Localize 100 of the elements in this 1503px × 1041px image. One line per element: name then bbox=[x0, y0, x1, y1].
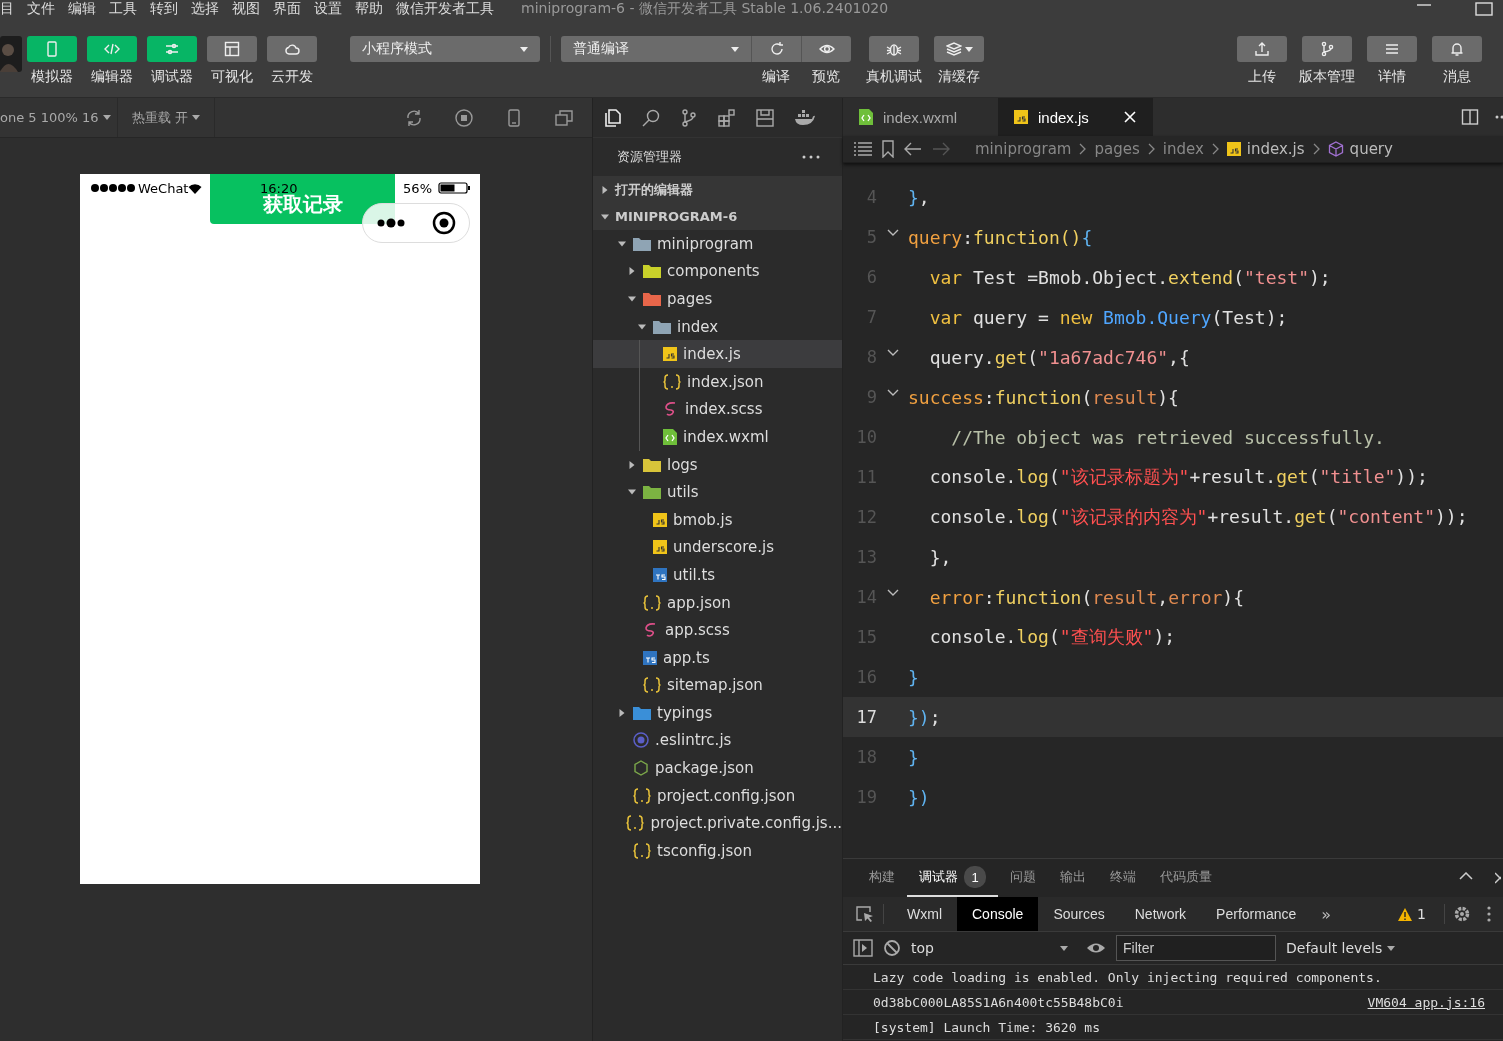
breadcrumb-item[interactable]: index.js bbox=[1246, 140, 1305, 158]
toggle-button[interactable] bbox=[87, 36, 137, 62]
file-tree-item[interactable]: miniprogram bbox=[593, 230, 842, 258]
file-tree-item[interactable]: tsconfig.json bbox=[593, 837, 842, 865]
file-tree-item[interactable]: typings bbox=[593, 699, 842, 727]
outline-icon[interactable] bbox=[853, 141, 873, 157]
filter-field[interactable]: Filter bbox=[1116, 935, 1276, 961]
source-link[interactable]: VM604 app.js:16 bbox=[1367, 994, 1485, 1010]
collapsed-icon[interactable] bbox=[601, 185, 609, 194]
save-icon[interactable] bbox=[755, 107, 775, 128]
panel-tab[interactable]: 问题 bbox=[998, 859, 1048, 897]
whale-icon[interactable] bbox=[793, 107, 815, 128]
menu-item[interactable]: 编辑 bbox=[68, 0, 96, 18]
file-tree-item[interactable]: package.json bbox=[593, 754, 842, 782]
file-tree-item[interactable]: index.scss bbox=[593, 395, 842, 424]
file-tree-item[interactable]: project.config.json bbox=[593, 781, 842, 810]
menu-item[interactable]: 视图 bbox=[232, 0, 260, 18]
fold-chevron-icon[interactable] bbox=[886, 349, 899, 357]
file-tree-item[interactable]: utils bbox=[593, 478, 842, 506]
toolbar-button[interactable] bbox=[801, 36, 851, 62]
expanded-icon[interactable] bbox=[628, 488, 636, 497]
expanded-icon[interactable] bbox=[638, 322, 646, 331]
toggle-button[interactable] bbox=[207, 36, 257, 62]
devtools-tab[interactable]: Console bbox=[957, 897, 1039, 931]
branch-icon[interactable] bbox=[679, 107, 699, 128]
bookmark-icon[interactable] bbox=[881, 140, 895, 158]
more-icon[interactable] bbox=[376, 218, 406, 228]
file-tree-item[interactable]: index bbox=[593, 312, 842, 341]
devtools-tab[interactable]: Wxml bbox=[892, 897, 957, 931]
file-tree-item[interactable]: app.json bbox=[593, 588, 842, 617]
more-tabs-button[interactable]: » bbox=[1311, 904, 1342, 924]
collapsed-icon[interactable] bbox=[628, 267, 636, 276]
collapsed-icon[interactable] bbox=[618, 708, 626, 717]
menu-item[interactable]: 设置 bbox=[314, 0, 342, 18]
device-selector[interactable]: one 5 100% 16 bbox=[0, 110, 99, 125]
menu-item[interactable]: 微信开发者工具 bbox=[396, 0, 494, 18]
file-tree-item[interactable]: pages bbox=[593, 285, 842, 313]
back-icon[interactable] bbox=[903, 141, 923, 157]
menu-item[interactable]: 目 bbox=[0, 0, 14, 18]
more-icon[interactable] bbox=[1495, 115, 1503, 119]
toolbar-button[interactable] bbox=[1366, 36, 1417, 62]
breadcrumb-item[interactable]: pages bbox=[1094, 140, 1140, 158]
expanded-icon[interactable] bbox=[618, 239, 626, 248]
file-tree-item[interactable]: index.json bbox=[593, 367, 842, 396]
file-tree-item[interactable]: underscore.js bbox=[593, 533, 842, 562]
more-icon[interactable] bbox=[802, 155, 820, 159]
fold-chevron-icon[interactable] bbox=[886, 229, 899, 237]
maximize-icon[interactable] bbox=[1475, 2, 1493, 16]
more-icon[interactable] bbox=[1487, 906, 1491, 922]
toolbar-button[interactable] bbox=[1431, 36, 1482, 62]
split-editor-icon[interactable] bbox=[1461, 108, 1479, 126]
menu-item[interactable]: 界面 bbox=[273, 0, 301, 18]
devtools-tab[interactable]: Network bbox=[1119, 897, 1202, 931]
mode-dropdown[interactable]: 小程序模式 bbox=[350, 36, 540, 62]
file-tree-item[interactable]: logs bbox=[593, 450, 842, 479]
file-tree-item[interactable]: app.scss bbox=[593, 616, 842, 644]
panel-tab[interactable]: 代码质量 bbox=[1148, 859, 1224, 897]
settings-icon[interactable] bbox=[1453, 905, 1471, 923]
fold-chevron-icon[interactable] bbox=[886, 389, 899, 397]
breadcrumb-item[interactable]: query bbox=[1349, 140, 1393, 158]
menu-item[interactable]: 工具 bbox=[109, 0, 137, 18]
file-tree-item[interactable]: sitemap.json bbox=[593, 671, 842, 700]
levels-dropdown[interactable]: Default levels bbox=[1286, 940, 1396, 956]
expanded-icon[interactable] bbox=[628, 295, 636, 303]
file-tree-item[interactable]: project.private.config.js... bbox=[593, 809, 842, 838]
toolbar-button[interactable] bbox=[1301, 36, 1352, 62]
capsule-menu[interactable] bbox=[362, 203, 470, 243]
expanded-icon[interactable] bbox=[601, 212, 609, 221]
menu-item[interactable]: 选择 bbox=[191, 0, 219, 18]
menu-item[interactable]: 文件 bbox=[27, 0, 55, 18]
files-icon[interactable] bbox=[603, 107, 623, 128]
collapsed-icon[interactable] bbox=[628, 460, 636, 469]
toggle-button[interactable] bbox=[27, 36, 77, 62]
hot-reload-toggle[interactable]: 热重载 开 bbox=[132, 108, 189, 127]
file-tree-item[interactable]: util.ts bbox=[593, 561, 842, 589]
file-tree-item[interactable]: app.ts bbox=[593, 643, 842, 672]
file-tree-item[interactable]: index.js bbox=[593, 340, 842, 368]
rotate-icon[interactable] bbox=[404, 107, 424, 128]
sidebar-toggle-icon[interactable] bbox=[853, 939, 873, 957]
devtools-tab[interactable]: Performance bbox=[1201, 897, 1312, 931]
context-selector[interactable]: top bbox=[911, 940, 1076, 956]
file-tree-item[interactable]: components bbox=[593, 257, 842, 286]
panel-tab[interactable]: 构建 bbox=[857, 859, 907, 897]
file-tree-item[interactable]: bmob.js bbox=[593, 505, 842, 534]
clear-icon[interactable] bbox=[883, 939, 901, 957]
file-tree-item[interactable]: .eslintrc.js bbox=[593, 726, 842, 755]
warning-count[interactable]: 1 bbox=[1417, 906, 1426, 922]
editor-tab[interactable]: index.js bbox=[998, 98, 1153, 136]
search-icon[interactable] bbox=[641, 107, 661, 128]
eye-icon[interactable] bbox=[1086, 941, 1106, 955]
collapse-icon[interactable] bbox=[1459, 872, 1473, 880]
toolbar-button[interactable] bbox=[869, 36, 919, 62]
compile-dropdown[interactable]: 普通编译 bbox=[561, 36, 751, 62]
panel-tab[interactable]: 输出 bbox=[1048, 859, 1098, 897]
breadcrumb-item[interactable]: miniprogram bbox=[975, 140, 1072, 158]
toggle-button[interactable] bbox=[267, 36, 317, 62]
menu-item[interactable]: 转到 bbox=[150, 0, 178, 18]
breadcrumb-item[interactable]: index bbox=[1162, 140, 1204, 158]
toolbar-button[interactable] bbox=[1236, 36, 1287, 62]
toggle-button[interactable] bbox=[147, 36, 197, 62]
